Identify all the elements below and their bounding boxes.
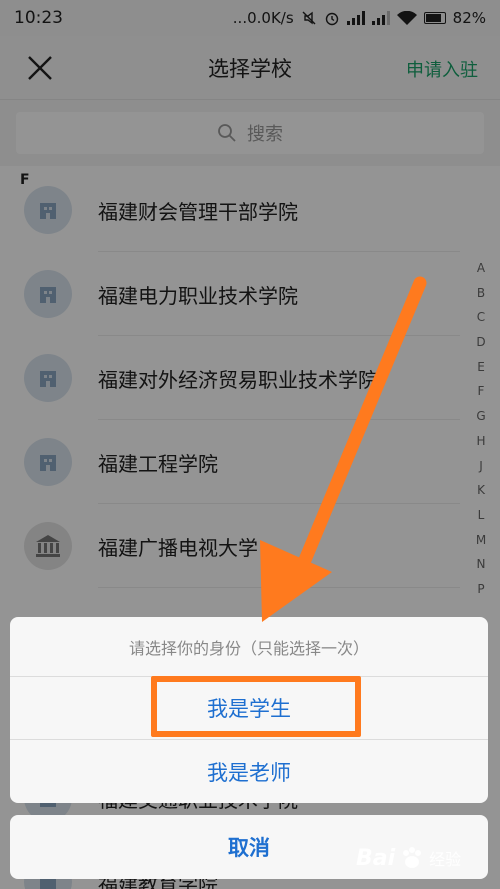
action-sheet-title: 请选择你的身份（只能选择一次） xyxy=(10,617,488,677)
watermark-brand: Bai xyxy=(356,845,396,871)
teacher-option-button[interactable]: 我是老师 xyxy=(10,740,488,803)
paw-icon xyxy=(403,847,422,868)
watermark-suffix: 经验 xyxy=(429,850,462,869)
watermark: Bai 经验 xyxy=(356,838,496,878)
highlight-box xyxy=(151,676,361,737)
